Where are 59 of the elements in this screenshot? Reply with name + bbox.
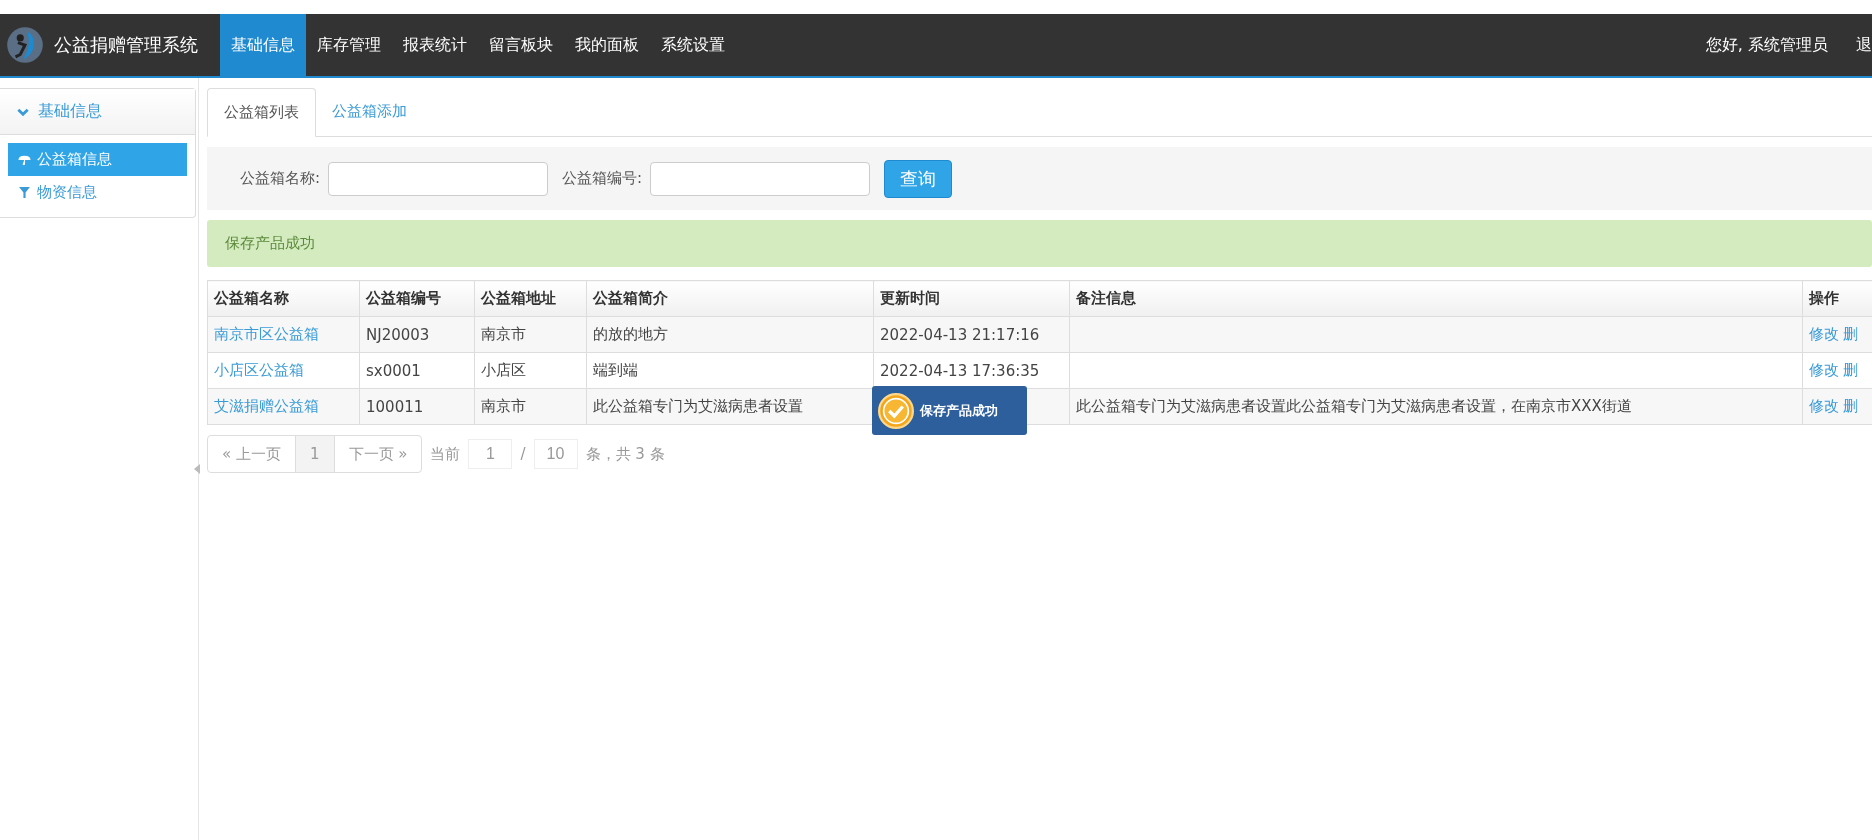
nav-item[interactable]: 基础信息 <box>220 14 306 76</box>
field-label: 公益箱名称: <box>240 169 321 188</box>
column-header: 更新时间 <box>873 280 1070 317</box>
table-cell: 的放的地方 <box>586 316 874 353</box>
nav-item[interactable]: 我的面板 <box>564 14 650 76</box>
nav-item[interactable]: 留言板块 <box>478 14 564 76</box>
action-link[interactable]: 删 <box>1843 397 1858 415</box>
input-field[interactable] <box>328 161 549 196</box>
collapse-handle-icon[interactable] <box>194 464 200 474</box>
nav-item[interactable]: 库存管理 <box>306 14 392 76</box>
table-cell: sx0001 <box>359 352 475 389</box>
table-cell: NJ20003 <box>359 316 475 353</box>
page-input[interactable]: 1 <box>468 439 513 469</box>
logo-icon <box>6 26 44 64</box>
logout-link[interactable]: 退 <box>1856 34 1872 56</box>
record-summary: 条，共 3 条 <box>585 444 665 464</box>
column-header: 公益箱编号 <box>359 280 475 317</box>
action-link[interactable]: 修改 <box>1809 325 1839 343</box>
greeting: 您好, 系统管理员 <box>1705 34 1828 56</box>
prev-page-button[interactable]: « 上一页 <box>208 436 295 472</box>
column-header: 公益箱简介 <box>586 280 874 317</box>
umbrella-icon <box>18 153 31 166</box>
page-size-input[interactable]: 10 <box>533 439 578 469</box>
alert-message: 保存产品成功 <box>225 234 315 253</box>
funnel-icon <box>18 186 31 199</box>
check-icon <box>878 392 914 429</box>
table-cell: 此公益箱专门为艾滋病患者设置 <box>586 388 874 425</box>
input-field[interactable] <box>650 161 871 196</box>
column-header: 公益箱名称 <box>207 280 360 317</box>
tab[interactable]: 公益箱添加 <box>316 88 423 136</box>
app-title: 公益捐赠管理系统 <box>54 33 198 57</box>
action-link[interactable]: 修改 <box>1809 361 1839 379</box>
table-cell: 南京市 <box>474 388 587 425</box>
column-header: 操作 <box>1802 280 1872 317</box>
table-cell: 端到端 <box>586 352 874 389</box>
next-page-button[interactable]: 下一页 » <box>333 436 422 472</box>
action-link[interactable]: 删 <box>1843 325 1858 343</box>
search-button[interactable]: 查询 <box>884 159 953 198</box>
sidebar-item[interactable]: 公益箱信息 <box>8 143 187 176</box>
table-cell: 小店区 <box>474 352 587 389</box>
column-header: 公益箱地址 <box>474 280 587 317</box>
field-label: 公益箱编号: <box>562 169 643 188</box>
action-link[interactable]: 修改 <box>1809 397 1839 415</box>
nav-item[interactable]: 报表统计 <box>392 14 478 76</box>
sidebar-heading[interactable]: 基础信息 <box>0 89 195 135</box>
table-cell: 2022-04-13 17:36:35 <box>880 361 1040 380</box>
table-cell: 2022-04-13 21:17:16 <box>880 325 1040 344</box>
current-label: 当前 <box>430 444 461 464</box>
page-button[interactable]: 1 <box>294 436 334 472</box>
action-link[interactable]: 删 <box>1843 361 1858 379</box>
sidebar-item[interactable]: 物资信息 <box>8 176 187 209</box>
table-cell: 南京市 <box>474 316 587 353</box>
nav-item[interactable]: 系统设置 <box>650 14 736 76</box>
page-separator: / <box>520 445 526 463</box>
toast-message: 保存产品成功 <box>920 401 998 420</box>
table-cell: 此公益箱专门为艾滋病患者设置此公益箱专门为艾滋病患者设置，在南京市XXX街道 <box>1076 397 1632 415</box>
tab[interactable]: 公益箱列表 <box>207 88 316 137</box>
table-cell: 100011 <box>359 388 475 425</box>
column-header: 备注信息 <box>1069 280 1803 317</box>
